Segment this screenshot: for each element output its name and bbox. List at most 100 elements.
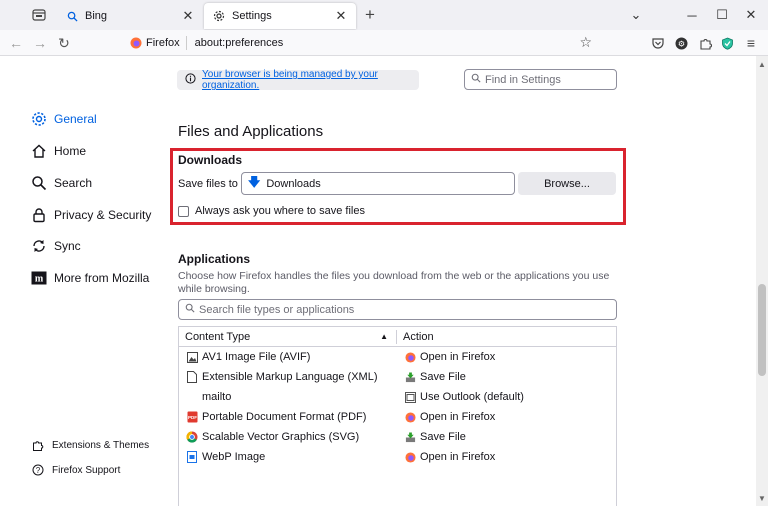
back-button[interactable]: ← [6,33,26,53]
download-folder-value: Downloads [266,177,321,190]
image-file-icon [186,351,198,363]
chevron-down-icon[interactable]: ⌄ [626,5,646,25]
applications-table: Content Type ▲ Action AV1 Image File (AV… [178,326,617,506]
mozilla-icon: m [30,269,48,287]
maximize-button[interactable]: ☐ [712,5,732,25]
table-row[interactable]: AV1 Image File (AVIF) Open in Firefox [179,347,616,367]
close-icon[interactable]: ✕ [334,8,348,24]
preferences-content: General Home Search Privacy & Security S… [0,56,756,506]
sidebar-item-label: General [54,112,97,126]
browse-button[interactable]: Browse... [518,172,616,195]
extensions-themes-link[interactable]: Extensions & Themes [32,439,149,451]
svg-text:m: m [35,274,44,285]
tab-bing[interactable]: Bing ✕ [57,3,203,29]
new-tab-button[interactable]: + [360,5,380,25]
forward-button[interactable]: → [30,33,50,53]
site-identity[interactable]: Firefox [124,36,187,50]
firefox-icon [404,411,416,423]
firefox-icon [130,37,142,49]
download-folder-field[interactable]: 🡇 Downloads [241,172,515,195]
navigation-toolbar: ← → ↻ Firefox about:preferences ☆ ⚙ ≡ [0,30,768,56]
scrollbar-thumb[interactable] [758,284,766,376]
account-icon[interactable]: ⚙ [673,35,689,51]
column-label: Content Type [185,330,251,343]
extensions-icon[interactable] [697,35,713,51]
bookmark-star-icon[interactable]: ☆ [579,34,592,51]
gear-icon [212,9,226,23]
sidebar-item-home[interactable]: Home [30,140,86,162]
search-icon [30,174,48,192]
pdf-icon: PDF [186,411,198,423]
policies-link[interactable]: Your browser is being managed by your or… [202,69,411,91]
url-bar[interactable]: Firefox about:preferences ☆ [124,32,600,54]
page-title: Files and Applications [178,123,324,140]
table-row[interactable]: PDF Portable Document Format (PDF) Open … [179,407,616,427]
always-ask-row[interactable]: Always ask you where to save files [178,205,365,217]
document-icon [186,371,198,383]
reload-button[interactable]: ↻ [54,33,74,53]
sidebar-item-label: More from Mozilla [54,271,150,285]
sync-icon [30,237,48,255]
always-ask-label: Always ask you where to save files [195,205,365,217]
find-placeholder: Find in Settings [485,73,561,86]
vertical-scrollbar[interactable]: ▲ ▼ [756,56,768,506]
shield-icon[interactable] [719,35,735,51]
sidebar-item-general[interactable]: General [30,108,97,130]
firefox-support-link[interactable]: ? Firefox Support [32,464,120,476]
url-text[interactable]: about:preferences [187,37,284,49]
sidebar-item-privacy[interactable]: Privacy & Security [30,204,151,226]
policies-banner: Your browser is being managed by your or… [177,69,419,91]
action-column-header[interactable]: Action [397,331,434,343]
sidebar-item-label: Sync [54,239,81,253]
content-type-label: Extensible Markup Language (XML) [202,371,378,383]
sidebar-item-label: Home [54,144,87,158]
menu-icon[interactable]: ≡ [743,35,759,51]
sidebar-item-search[interactable]: Search [30,172,92,194]
pocket-icon[interactable] [650,35,666,51]
find-in-settings-input[interactable]: Find in Settings [464,69,617,90]
applications-description: Choose how Firefox handles the files you… [178,270,610,295]
sidebar-item-label: Privacy & Security [54,208,152,222]
sidebar-item-sync[interactable]: Sync [30,235,81,257]
table-row[interactable]: WebP Image Open in Firefox [179,447,616,467]
identity-label: Firefox [146,37,180,49]
content-type-label: WebP Image [202,451,266,463]
action-label: Save File [420,371,466,383]
sidebar-item-label: Search [54,176,93,190]
save-files-to-label: Save files to [178,178,238,190]
tab-label: Settings [232,10,272,22]
outlook-icon [404,391,416,403]
always-ask-checkbox[interactable] [178,205,189,217]
scroll-down-icon[interactable]: ▼ [756,492,768,504]
table-row[interactable]: mailto Use Outlook (default) [179,387,616,407]
tab-list-icon[interactable] [29,6,49,24]
content-type-label: AV1 Image File (AVIF) [202,351,311,363]
action-label: Open in Firefox [420,451,496,463]
search-icon [65,9,79,23]
save-file-icon [404,371,416,383]
save-file-icon [404,431,416,443]
firefox-icon [404,451,416,463]
content-type-column-header[interactable]: Content Type ▲ [179,329,397,344]
applications-search-input[interactable]: Search file types or applications [178,299,617,320]
tab-strip: Bing ✕ Settings ✕ + ⌄ ─ ☐ ✕ [0,0,768,30]
table-header: Content Type ▲ Action [179,327,616,347]
sidebar-item-more-from-mozilla[interactable]: m More from Mozilla [30,267,149,289]
applications-heading: Applications [178,252,251,266]
minimize-button[interactable]: ─ [682,5,702,25]
action-label: Open in Firefox [420,351,496,363]
tab-label: Bing [85,10,108,22]
close-icon[interactable]: ✕ [181,8,195,24]
help-icon: ? [32,464,44,476]
firefox-support-label: Firefox Support [52,464,121,476]
scroll-up-icon[interactable]: ▲ [756,58,768,70]
tab-settings[interactable]: Settings ✕ [204,3,356,29]
lock-icon [30,206,48,224]
table-row[interactable]: Scalable Vector Graphics (SVG) Save File [179,427,616,447]
close-window-button[interactable]: ✕ [741,5,761,25]
puzzle-icon [32,439,44,451]
search-icon [185,303,195,316]
table-row[interactable]: Extensible Markup Language (XML) Save Fi… [179,367,616,387]
applications-search-placeholder: Search file types or applications [199,303,355,316]
svg-text:?: ? [36,466,41,475]
